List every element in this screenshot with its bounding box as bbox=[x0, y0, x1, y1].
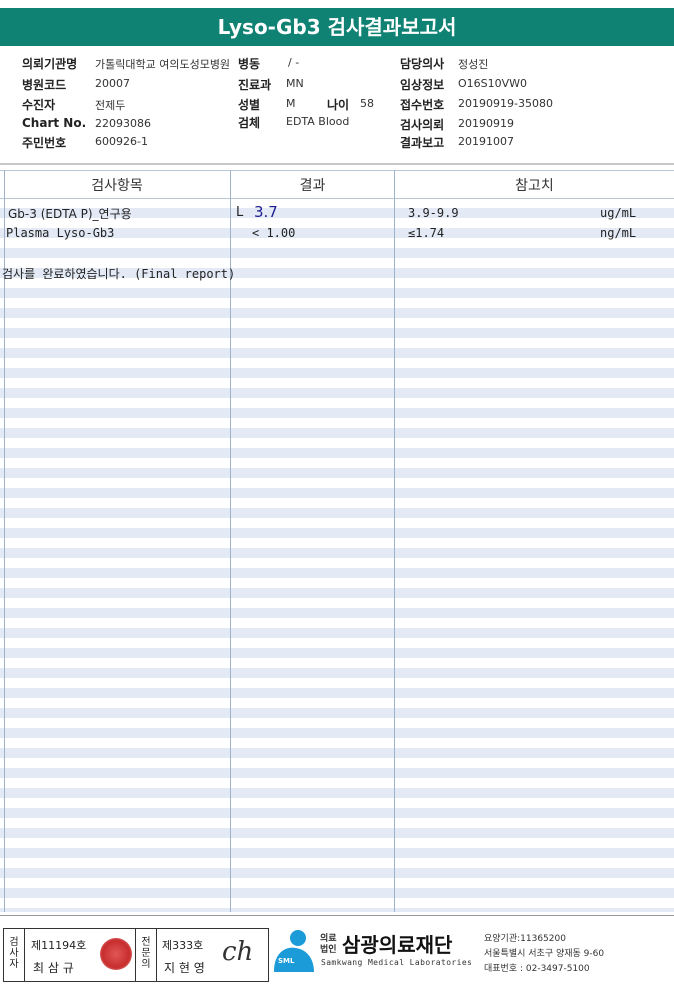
hospital-code-value: 20007 bbox=[95, 77, 130, 90]
row-1-unit: ug/mL bbox=[600, 206, 637, 220]
doctor-label: 담당의사 bbox=[400, 57, 445, 71]
sex-value: M bbox=[286, 97, 296, 110]
header-test-item: 검사항목 bbox=[91, 178, 143, 194]
results-table: 검사항목 결과 참고치 Gb-3 (EDTA P)_연구용 L 3.7 3.9-… bbox=[0, 170, 674, 912]
row-2-unit: ng/mL bbox=[600, 226, 637, 240]
column-line bbox=[394, 170, 395, 912]
clinical-info-label: 임상정보 bbox=[400, 78, 445, 92]
patient-label: 수진자 bbox=[22, 98, 56, 112]
org-address: 서울특별시 서초구 양재동 9-60 bbox=[484, 949, 605, 959]
row-2-result: < 1.00 bbox=[252, 226, 296, 240]
row-2-item: Plasma Lyso-Gb3 bbox=[6, 226, 115, 240]
resident-no-label: 주민번호 bbox=[22, 136, 67, 150]
specialist-license: 제333호 bbox=[162, 939, 204, 952]
org-english-name: Samkwang Medical Laboratories bbox=[321, 958, 473, 967]
receipt-no-label: 접수번호 bbox=[400, 98, 445, 112]
org-name: 삼광의료재단 bbox=[342, 933, 453, 957]
header-result: 결과 bbox=[299, 178, 326, 194]
doctor-value: 정성진 bbox=[458, 58, 489, 71]
sig-divider bbox=[135, 929, 136, 981]
report-date-value: 20191007 bbox=[458, 135, 514, 148]
patient-info-block: 의뢰기관명 가톨릭대학교 여의도성모병원 병원코드 20007 수진자 전제두 … bbox=[0, 46, 674, 164]
official-seal-icon bbox=[100, 938, 132, 970]
row-1-item: Gb-3 (EDTA P)_연구용 bbox=[8, 207, 132, 221]
row-1-result: 3.7 bbox=[254, 203, 278, 221]
specimen-value: EDTA Blood bbox=[286, 115, 350, 128]
ward-value: / - bbox=[288, 56, 300, 69]
department-label: 진료과 bbox=[238, 78, 272, 92]
table-header: 검사항목 결과 참고치 bbox=[0, 170, 674, 199]
row-2-reference: ≤1.74 bbox=[408, 226, 445, 240]
age-value: 58 bbox=[360, 97, 374, 110]
footer-divider bbox=[0, 915, 674, 916]
ward-label: 병동 bbox=[238, 57, 261, 71]
report-date-label: 결과보고 bbox=[400, 136, 445, 150]
hospital-code-label: 병원코드 bbox=[22, 78, 67, 92]
table-stripes bbox=[0, 198, 674, 912]
sml-logo-icon: SML bbox=[270, 928, 316, 974]
sex-label: 성별 bbox=[238, 98, 261, 112]
inspector-name: 최 삼 규 bbox=[33, 961, 74, 975]
org-phone: 대표번호 : 02-3497-5100 bbox=[484, 964, 590, 974]
department-value: MN bbox=[286, 77, 304, 90]
chart-no-value: 22093086 bbox=[95, 117, 151, 130]
inspector-label: 검사자 bbox=[9, 937, 19, 970]
final-report-note: 검사를 완료하였습니다. (Final report) bbox=[2, 267, 236, 281]
report-title: Lyso-Gb3 검사결과보고서 bbox=[0, 8, 674, 46]
header-reference: 참고치 bbox=[515, 178, 554, 194]
institution-label: 의뢰기관명 bbox=[22, 57, 78, 71]
specialist-name: 지 현 영 bbox=[164, 961, 205, 975]
row-1-reference: 3.9-9.9 bbox=[408, 206, 459, 220]
sig-divider bbox=[24, 929, 25, 981]
receipt-no-value: 20190919-35080 bbox=[458, 97, 553, 110]
sml-logo-text: SML bbox=[278, 957, 295, 965]
specialist-label: 전문의 bbox=[141, 937, 151, 970]
inspector-license: 제11194호 bbox=[31, 939, 87, 952]
age-label: 나이 bbox=[327, 98, 350, 112]
institution-value: 가톨릭대학교 여의도성모병원 bbox=[95, 58, 231, 71]
specimen-label: 검체 bbox=[238, 116, 261, 130]
org-code: 요양기관:11365200 bbox=[484, 934, 566, 944]
row-1-flag: L bbox=[236, 205, 244, 220]
request-date-label: 검사의뢰 bbox=[400, 118, 445, 132]
sig-divider bbox=[156, 929, 157, 981]
clinical-info-value: O16S10VW0 bbox=[458, 77, 528, 90]
header-divider bbox=[0, 163, 674, 165]
signature: ch bbox=[222, 937, 254, 967]
resident-no-value: 600926-1 bbox=[95, 135, 148, 148]
org-prefix: 법인 bbox=[320, 945, 337, 955]
chart-no-label: Chart No. bbox=[22, 116, 87, 130]
request-date-value: 20190919 bbox=[458, 117, 514, 130]
signature-box: 검사자 제11194호 최 삼 규 전문의 제333호 지 현 영 ch bbox=[3, 928, 269, 982]
patient-value: 전제두 bbox=[95, 99, 126, 112]
